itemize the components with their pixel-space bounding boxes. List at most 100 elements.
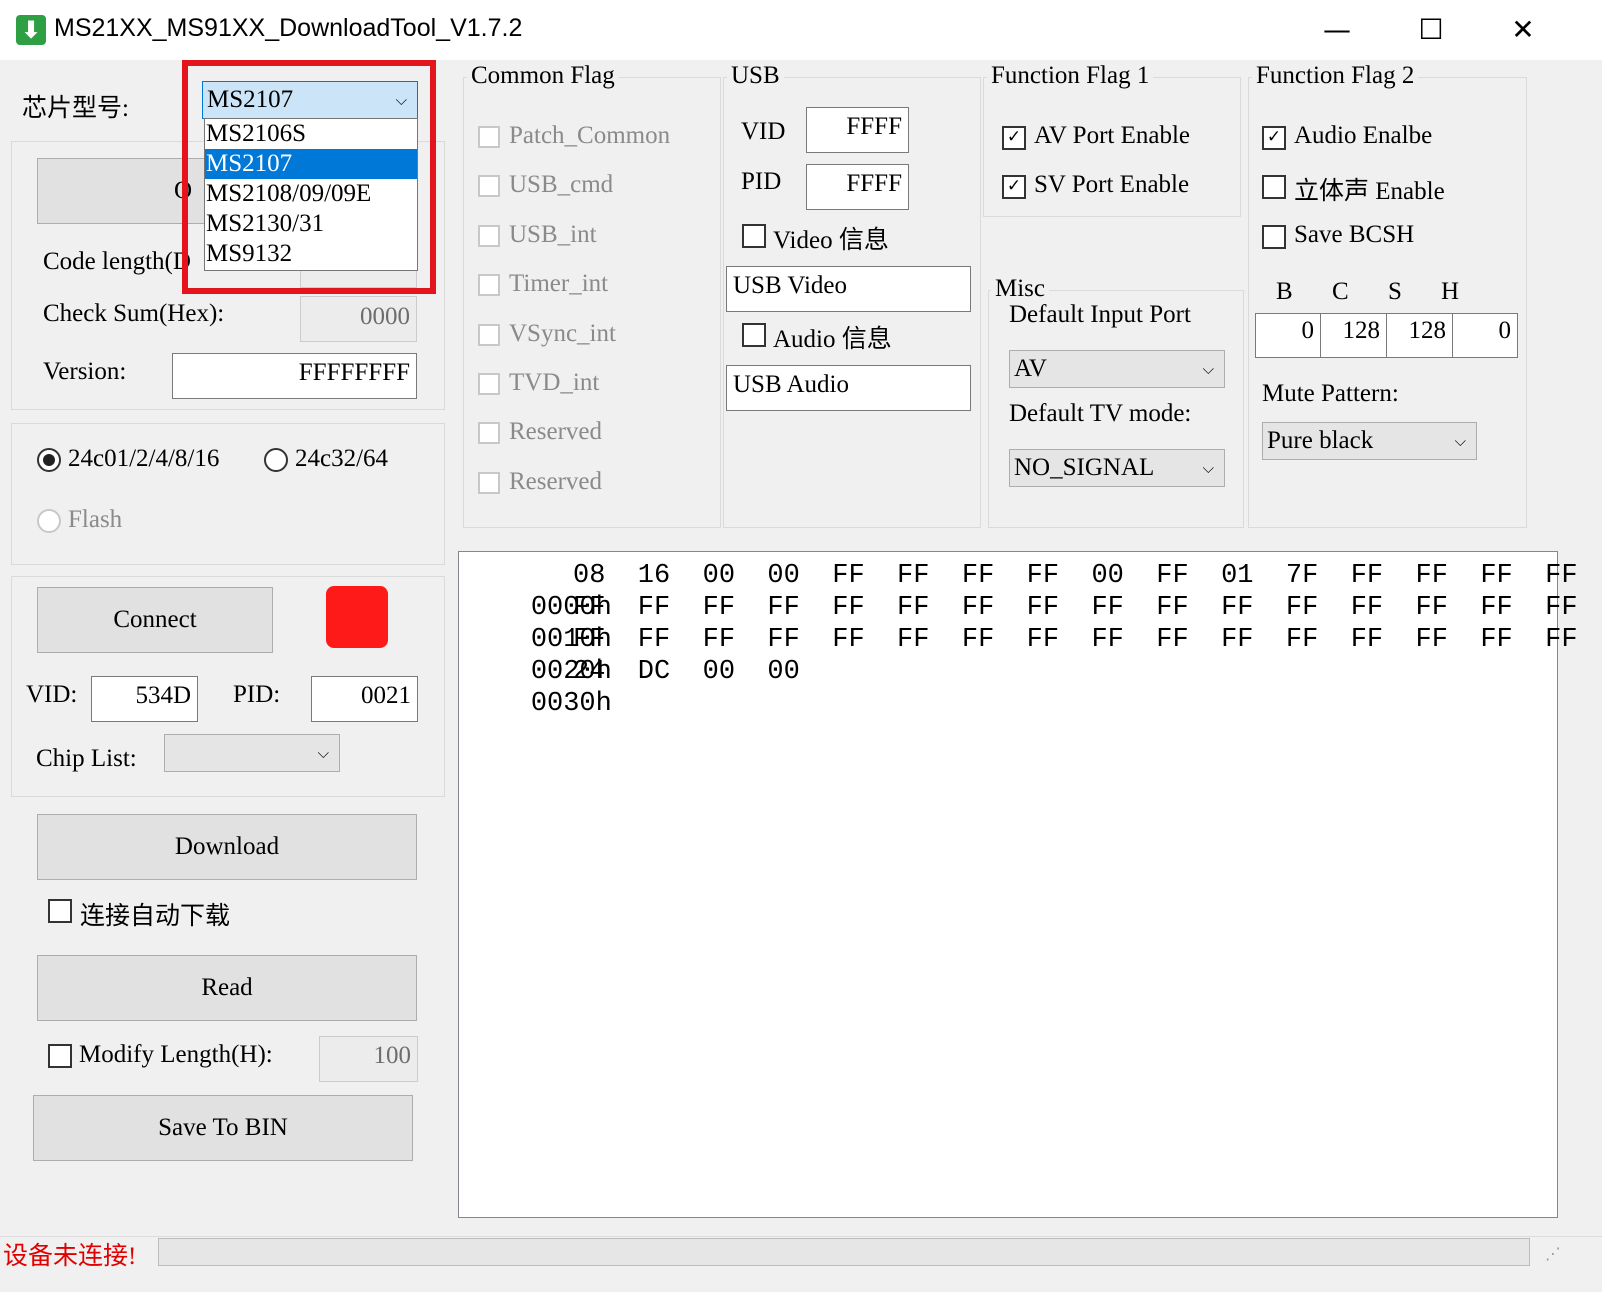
chip-list-label: Chip List: <box>36 745 137 772</box>
status-text: 设备未连接! <box>3 1243 137 1270</box>
read-button[interactable]: Read <box>37 955 417 1021</box>
window-title: MS21XX_MS91XX_DownloadTool_V1.7.2 <box>54 14 523 42</box>
status-divider <box>0 1236 1602 1237</box>
maximize-button[interactable]: ☐ <box>1386 0 1476 60</box>
usb-title: USB <box>727 62 784 90</box>
radio-24c01[interactable] <box>37 448 61 472</box>
hex-bytes: 08 16 00 00 FF FF FF FF 00 FF 01 7F FF F… <box>573 561 1578 591</box>
av-port-checkbox[interactable]: ✓ <box>1002 126 1026 150</box>
save-bcsh-checkbox[interactable] <box>1262 225 1286 249</box>
audio-info-checkbox[interactable] <box>742 323 766 347</box>
chip-list-select[interactable]: ⌵ <box>164 734 340 772</box>
code-length-label: Code length(D <box>43 248 191 275</box>
usb-pid-label: PID <box>741 168 782 195</box>
save-bcsh-label: Save BCSH <box>1294 221 1415 248</box>
usb-pid-field[interactable]: FFFF <box>806 164 909 210</box>
flag-checkbox <box>478 225 500 247</box>
hex-address: 0030h <box>530 689 612 719</box>
misc-title: Misc <box>991 275 1049 303</box>
radio-24c32-label: 24c32/64 <box>295 445 389 472</box>
pid-field[interactable]: 0021 <box>311 676 418 722</box>
version-label: Version: <box>43 358 127 385</box>
chevron-down-icon: ⌵ <box>1202 459 1214 477</box>
hex-bytes: FF FF FF FF FF FF FF FF FF FF FF FF FF F… <box>573 625 1578 655</box>
stereo-enable-label: 立体声 Enable <box>1294 178 1445 205</box>
function-flag-2-title: Function Flag 2 <box>1252 62 1419 90</box>
flag-label: VSync_int <box>509 320 616 347</box>
sv-port-checkbox[interactable]: ✓ <box>1002 175 1026 199</box>
flag-checkbox <box>478 324 500 346</box>
flag-checkbox <box>478 472 500 494</box>
mute-pattern-select[interactable]: Pure black ⌵ <box>1262 422 1477 460</box>
flag-checkbox <box>478 373 500 395</box>
progress-bar <box>158 1238 1530 1266</box>
bcsh-s-header: S <box>1388 278 1402 305</box>
usb-audio-name-field[interactable]: USB Audio <box>726 365 971 411</box>
resize-grip-icon[interactable]: ⋰ <box>1545 1244 1561 1263</box>
save-to-bin-button[interactable]: Save To BIN <box>33 1095 413 1161</box>
highlight-annotation-box <box>182 60 436 294</box>
checksum-field: 0000 <box>300 296 417 342</box>
flag-label: USB_int <box>509 221 597 248</box>
default-input-port-select[interactable]: AV ⌵ <box>1009 350 1225 388</box>
flag-label: Reserved <box>509 468 603 495</box>
hex-view[interactable]: 0000h 08 16 00 00 FF FF FF FF 00 FF 01 7… <box>458 551 1578 1218</box>
hex-bytes: 24 DC 00 00 <box>573 657 800 687</box>
modify-length-checkbox[interactable] <box>48 1044 72 1068</box>
modify-length-label: Modify Length(H): <box>79 1041 273 1068</box>
mute-pattern-value: Pure black <box>1267 427 1374 454</box>
default-tv-mode-select[interactable]: NO_SIGNAL ⌵ <box>1009 449 1225 487</box>
flag-label: USB_cmd <box>509 171 614 198</box>
usb-vid-label: VID <box>741 118 786 145</box>
connect-button[interactable]: Connect <box>37 587 273 653</box>
flag-label: Reserved <box>509 418 603 445</box>
stereo-enable-checkbox[interactable] <box>1262 175 1286 199</box>
download-button[interactable]: Download <box>37 814 417 880</box>
modify-length-field: 100 <box>319 1036 418 1082</box>
common-flag-title: Common Flag <box>467 62 619 90</box>
chevron-down-icon: ⌵ <box>317 744 329 762</box>
flag-checkbox <box>478 175 500 197</box>
hex-row: 0030h 24 DC 00 00 <box>466 656 800 784</box>
pid-label: PID: <box>233 681 281 708</box>
bcsh-c-header: C <box>1332 278 1349 305</box>
default-input-port-label: Default Input Port <box>1009 301 1191 328</box>
radio-flash <box>37 509 61 533</box>
minimize-button[interactable]: — <box>1292 0 1382 60</box>
chevron-down-icon: ⌵ <box>1454 432 1466 450</box>
flag-checkbox <box>478 274 500 296</box>
audio-enable-label: Audio Enalbe <box>1294 122 1433 149</box>
audio-info-label: Audio 信息 <box>773 326 892 353</box>
bcsh-s-field[interactable]: 128 <box>1386 313 1453 358</box>
flag-label: TVD_int <box>509 369 600 396</box>
flag-label: Timer_int <box>509 270 609 297</box>
auto-download-label: 连接自动下载 <box>80 903 231 930</box>
bcsh-b-field[interactable]: 0 <box>1255 313 1321 358</box>
bcsh-c-field[interactable]: 128 <box>1320 313 1387 358</box>
usb-video-name-field[interactable]: USB Video <box>726 266 971 312</box>
vid-label: VID: <box>26 681 78 708</box>
bcsh-b-header: B <box>1276 278 1293 305</box>
av-port-label: AV Port Enable <box>1034 122 1191 149</box>
chevron-down-icon: ⌵ <box>1202 360 1214 378</box>
sv-port-label: SV Port Enable <box>1034 171 1190 198</box>
bcsh-h-header: H <box>1441 278 1460 305</box>
usb-vid-field[interactable]: FFFF <box>806 107 909 153</box>
auto-download-checkbox[interactable] <box>48 899 72 923</box>
flag-checkbox <box>478 422 500 444</box>
bcsh-h-field[interactable]: 0 <box>1452 313 1518 358</box>
version-field[interactable]: FFFFFFFF <box>172 353 417 399</box>
function-flag-1-title: Function Flag 1 <box>987 62 1154 90</box>
flag-label: Patch_Common <box>509 122 671 149</box>
radio-flash-label: Flash <box>68 506 123 533</box>
flag-checkbox <box>478 126 500 148</box>
close-button[interactable]: ✕ <box>1478 0 1568 60</box>
vid-field[interactable]: 534D <box>91 676 198 722</box>
radio-24c01-label: 24c01/2/4/8/16 <box>68 445 220 472</box>
radio-24c32[interactable] <box>264 448 288 472</box>
audio-enable-checkbox[interactable]: ✓ <box>1262 126 1286 150</box>
video-info-label: Video 信息 <box>773 227 889 254</box>
chip-model-label: 芯片型号: <box>22 95 129 122</box>
video-info-checkbox[interactable] <box>742 224 766 248</box>
default-tv-mode-label: Default TV mode: <box>1009 400 1192 427</box>
